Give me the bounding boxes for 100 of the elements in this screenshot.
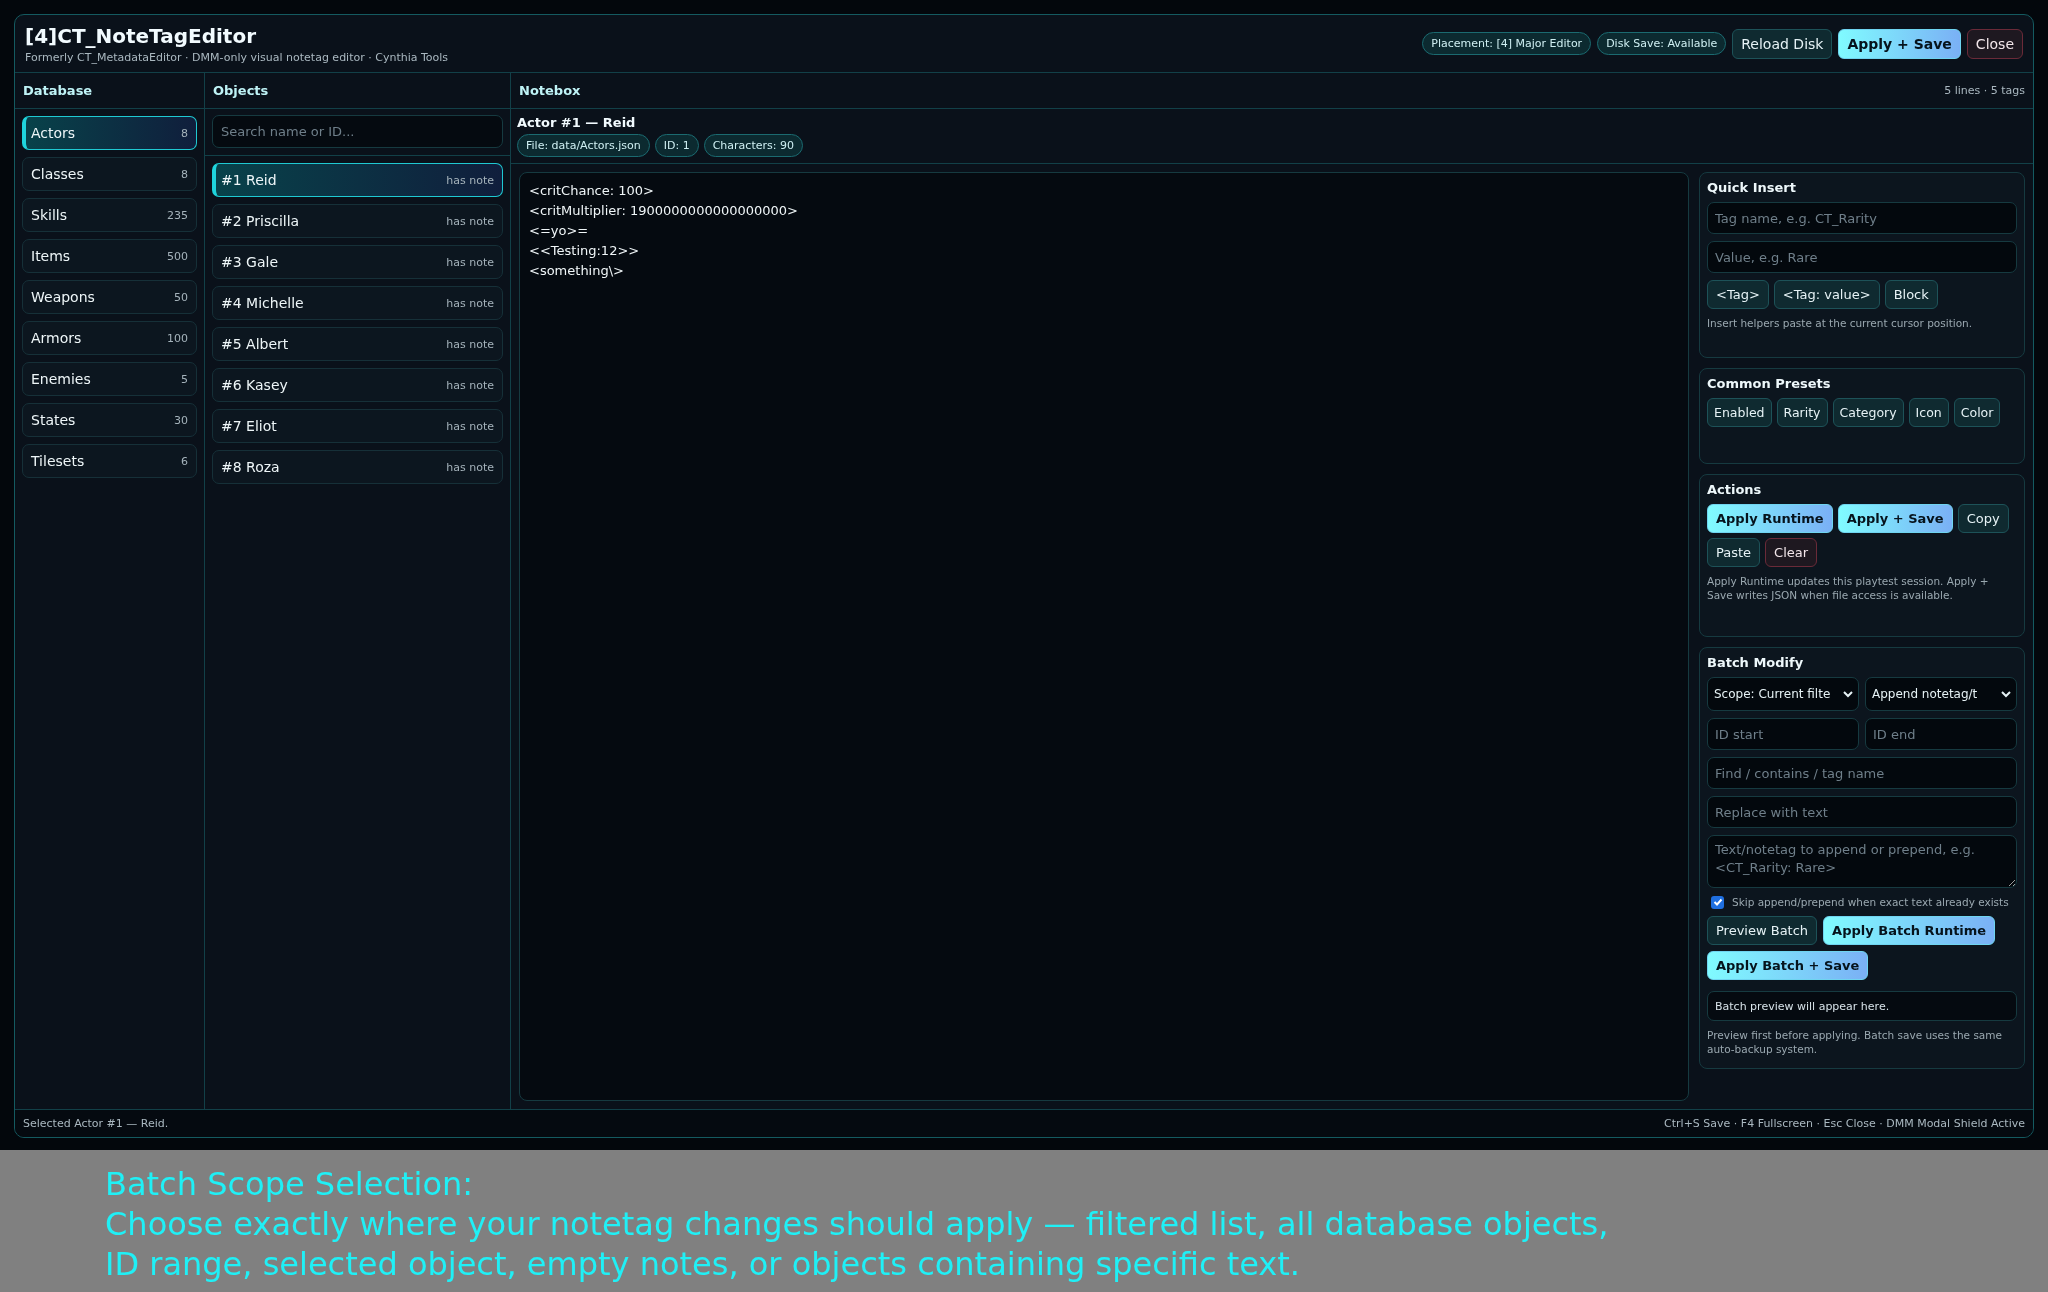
input-field[interactable]: Value, e.g. Rare	[1707, 241, 2017, 273]
action-button[interactable]: Copy	[1957, 504, 2009, 533]
hint-text: Apply Runtime updates this playtest session. Apply + Save writes JSON when file access is available.	[1707, 574, 1990, 602]
card-title: Actions	[1707, 482, 1763, 497]
database-item[interactable]: Armors 100	[22, 321, 197, 355]
dropdown[interactable]: Scope: Current filte	[1707, 677, 1859, 711]
database-item[interactable]: Tilesets 6	[22, 444, 197, 478]
item-count: 8	[181, 167, 188, 181]
database-item[interactable]: Actors 8	[22, 116, 197, 150]
window-subtitle: Formerly CT_MetadataEditor · DMM-only visual notetag editor · Cynthia Tools	[25, 50, 449, 64]
item-label: #5 Albert	[221, 336, 289, 352]
item-label: #2 Priscilla	[221, 213, 300, 229]
hint-text: Insert helpers paste at the current cursor position.	[1707, 316, 1974, 330]
object-item[interactable]: #7 Eliot has note	[212, 409, 503, 443]
checkbox-label: Skip append/prepend when exact text already exists	[1732, 895, 2009, 909]
batch-preview: Batch preview will appear here.	[1707, 991, 2017, 1021]
preset-button[interactable]: Rarity	[1776, 398, 1828, 427]
dropdown[interactable]: Append notetag/t	[1865, 677, 2017, 711]
database-item[interactable]: Classes 8	[22, 157, 197, 191]
object-item[interactable]: #6 Kasey has note	[212, 368, 503, 402]
item-label: Weapons	[31, 289, 95, 305]
note-status: has note	[446, 419, 494, 433]
input-field[interactable]: Find / contains / tag name	[1707, 757, 2017, 789]
chevron-down-icon	[1842, 688, 1854, 700]
info-chip: Characters: 90	[703, 134, 803, 157]
item-count: 30	[174, 413, 188, 427]
input-field[interactable]: ID end	[1865, 718, 2017, 750]
item-label: #4 Michelle	[221, 295, 304, 311]
item-label: #7 Eliot	[221, 418, 277, 434]
action-button[interactable]: Apply Runtime	[1707, 504, 1833, 533]
item-label: Enemies	[31, 371, 91, 387]
item-count: 500	[167, 249, 188, 263]
column-title: Database	[23, 83, 93, 98]
item-label: Items	[31, 248, 71, 264]
search-field[interactable]: Search name or ID...	[212, 115, 503, 148]
note-editor[interactable]: <critChance: 100> <critMultiplier: 1900000000000000000> <=yo>= <<Testing:12>> <something\>	[519, 172, 1689, 1101]
item-count: 100	[167, 331, 188, 345]
checkbox[interactable]	[1711, 895, 1724, 909]
item-label: #8 Roza	[221, 459, 280, 475]
database-item[interactable]: Skills 235	[22, 198, 197, 232]
preset-button[interactable]: Category	[1832, 398, 1904, 427]
item-label: #3 Gale	[221, 254, 279, 270]
info-chip: ID: 1	[654, 134, 699, 157]
header-button[interactable]: Apply + Save	[1838, 28, 1961, 59]
action-button[interactable]: Paste	[1707, 538, 1761, 567]
item-label: #1 Reid	[221, 172, 277, 188]
status-badge: Disk Save: Available	[1597, 32, 1727, 55]
object-item[interactable]: #3 Gale has note	[212, 245, 503, 279]
info-chip: File: data/Actors.json	[517, 134, 650, 157]
database-item[interactable]: Weapons 50	[22, 280, 197, 314]
input-field[interactable]: Tag name, e.g. CT_Rarity	[1707, 202, 2017, 234]
card-title: Quick Insert	[1707, 180, 1797, 195]
item-count: 5	[181, 372, 188, 386]
status-badge: Placement: [4] Major Editor	[1422, 32, 1592, 55]
batch-button[interactable]: Apply Batch Runtime	[1823, 916, 1996, 945]
column-title: Objects	[213, 83, 269, 98]
preset-button[interactable]: Enabled	[1707, 398, 1772, 427]
action-button[interactable]: Clear	[1765, 538, 1818, 567]
insert-button[interactable]: Block	[1884, 280, 1938, 309]
object-title: Actor #1 — Reid	[517, 115, 637, 130]
input-field[interactable]: ID start	[1707, 718, 1859, 750]
note-status: has note	[446, 337, 494, 351]
preset-button[interactable]: Color	[1953, 398, 2001, 427]
item-label: States	[31, 412, 76, 428]
item-count: 8	[181, 126, 188, 140]
action-button[interactable]: Apply + Save	[1837, 504, 1953, 533]
object-item[interactable]: #2 Priscilla has note	[212, 204, 503, 238]
header-button[interactable]: Close	[1966, 28, 2023, 59]
header-button[interactable]: Reload Disk	[1732, 28, 1833, 59]
note-status: has note	[446, 460, 494, 474]
caption-text: ID range, selected object, empty notes, or objects containing specific text.	[105, 1244, 1301, 1284]
note-status: has note	[446, 255, 494, 269]
database-item[interactable]: Items 500	[22, 239, 197, 273]
column-title: Notebox	[519, 83, 581, 98]
object-item[interactable]: #4 Michelle has note	[212, 286, 503, 320]
item-count: 6	[181, 454, 188, 468]
item-label: Tilesets	[31, 453, 85, 469]
object-item[interactable]: #5 Albert has note	[212, 327, 503, 361]
caption-text: Choose exactly where your notetag changes should apply — filtered list, all database objects,	[105, 1204, 1610, 1244]
database-item[interactable]: Enemies 5	[22, 362, 197, 396]
note-status: has note	[446, 173, 494, 187]
text-area[interactable]: Text/notetag to append or prepend, e.g. <CT_Rarity: Rare>	[1707, 835, 2017, 888]
batch-button[interactable]: Preview Batch	[1707, 916, 1818, 945]
item-label: Armors	[31, 330, 82, 346]
database-item[interactable]: States 30	[22, 403, 197, 437]
insert-button[interactable]: <Tag: value>	[1773, 280, 1880, 309]
preset-button[interactable]: Icon	[1908, 398, 1949, 427]
insert-button[interactable]: <Tag>	[1707, 280, 1769, 309]
item-label: Actors	[31, 125, 76, 141]
status-text: Selected Actor #1 — Reid.	[23, 1117, 169, 1130]
object-item[interactable]: #8 Roza has note	[212, 450, 503, 484]
card-title: Batch Modify	[1707, 655, 1805, 670]
item-label: Skills	[31, 207, 67, 223]
batch-button[interactable]: Apply Batch + Save	[1707, 951, 1869, 980]
window-title: [4]CT_NoteTagEditor	[25, 23, 257, 48]
note-status: has note	[446, 214, 494, 228]
object-item[interactable]: #1 Reid has note	[212, 163, 503, 197]
hint-text: Preview first before applying. Batch save uses the same auto-backup system.	[1707, 1028, 2003, 1056]
item-count: 50	[174, 290, 188, 304]
input-field[interactable]: Replace with text	[1707, 796, 2017, 828]
